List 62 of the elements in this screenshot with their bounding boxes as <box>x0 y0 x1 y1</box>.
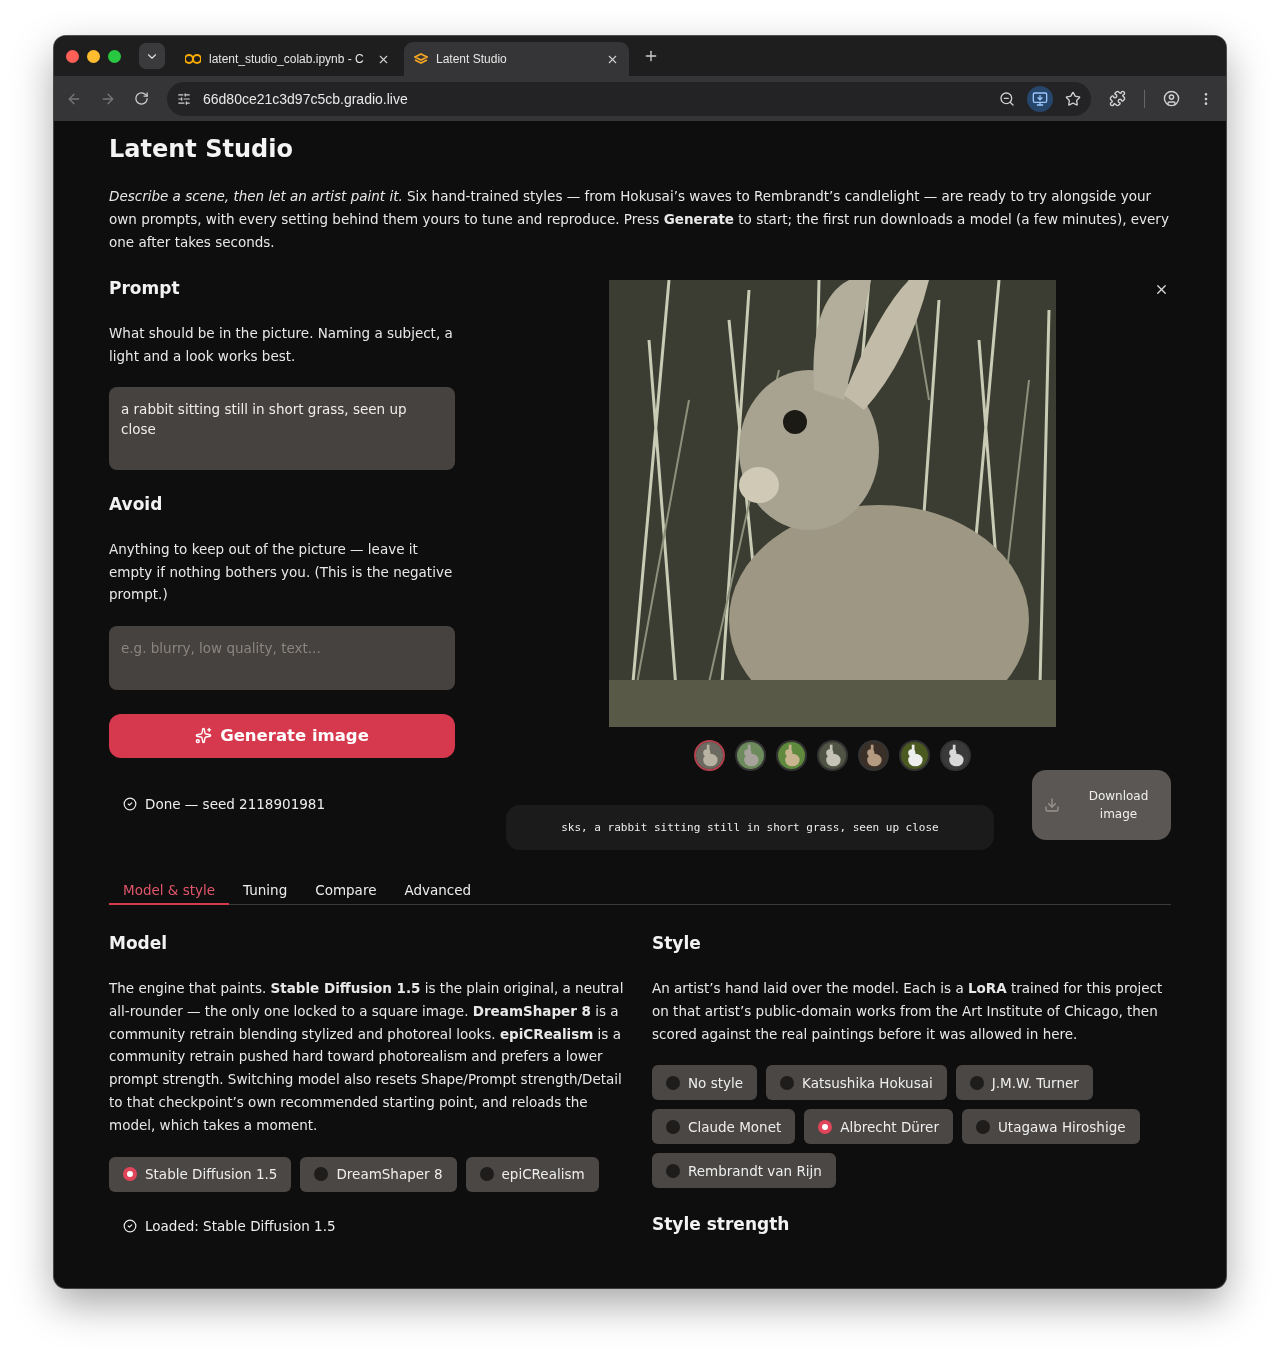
thumbnail-button[interactable] <box>898 740 930 771</box>
section-heading: Prompt <box>109 278 181 298</box>
generate-button[interactable]: Generate image <box>109 713 455 758</box>
site-settings-icon[interactable] <box>177 91 191 106</box>
infinity-icon <box>185 54 201 64</box>
thumbnail-button[interactable] <box>775 740 807 771</box>
install-app-icon[interactable] <box>1027 85 1053 112</box>
download-icon <box>1044 796 1060 813</box>
status-text: Done — seed 2118901981 <box>145 795 325 812</box>
download-button[interactable]: Download image <box>1032 769 1171 840</box>
sparkles-icon <box>195 727 213 744</box>
thumbnail-button[interactable] <box>816 740 848 771</box>
radio-option[interactable]: Albrecht Dürer <box>804 1109 953 1145</box>
radio-option[interactable]: No style <box>652 1065 758 1101</box>
radio-option[interactable]: J.M.W. Turner <box>955 1065 1093 1101</box>
close-window-icon[interactable] <box>66 49 79 63</box>
thumbnail-button[interactable] <box>693 740 725 771</box>
section-heading: Avoid <box>109 494 164 514</box>
radio-option[interactable]: Stable Diffusion 1.5 <box>109 1156 292 1192</box>
radio-option[interactable]: Claude Monet <box>652 1109 796 1145</box>
puzzle-icon[interactable] <box>1109 90 1126 107</box>
tab[interactable]: Model & style <box>109 876 229 905</box>
browser-tab[interactable]: Latent Studio <box>404 42 629 76</box>
radio-option[interactable]: epiCRealism <box>465 1156 599 1192</box>
thumbnail-button[interactable] <box>939 740 971 771</box>
layers-icon <box>414 53 428 65</box>
minimize-window-icon[interactable] <box>87 49 100 63</box>
star-icon[interactable] <box>1065 90 1081 107</box>
hint-text: What should be in the picture. Naming a subject, a light and a look works best. <box>109 324 454 366</box>
status-text: Loaded: Stable Diffusion 1.5 <box>145 1217 336 1234</box>
negative-prompt-field[interactable]: e.g. blurry, low quality, text... <box>109 625 455 690</box>
thumbnail-button[interactable] <box>734 740 766 771</box>
tab[interactable]: Compare <box>301 876 391 905</box>
radio-option[interactable]: Katsushika Hokusai <box>766 1065 947 1101</box>
check-icon <box>123 1218 137 1233</box>
close-icon <box>1154 282 1169 297</box>
thumbnail-button[interactable] <box>857 740 889 771</box>
radio-option[interactable]: Rembrandt van Rijn <box>652 1153 836 1189</box>
prompt-caption: sks, a rabbit sitting still in short grass, seen up close <box>506 805 994 850</box>
check-icon <box>123 796 137 811</box>
new-tab-icon[interactable] <box>643 48 659 64</box>
tab[interactable]: Advanced <box>390 876 486 905</box>
zoom-out-icon[interactable] <box>999 90 1015 107</box>
description-text: The engine that paints. Stable Diffusion 1.5 is the plain original, a neutral all-rounder — the only one locked to a square image. DreamShaper 8 is a community retrain blending stylized and photoreal looks. epiCRealism is a community retrain pushed hard toward photorealism and prefers a lower prompt strength. Switching model also resets Shape/Prompt strength/Detail to that checkpoint’s own recommended starting point, and reloads the model, which takes a moment. <box>109 979 625 1135</box>
prompt-field[interactable]: a rabbit sitting still in short grass, seen up close <box>109 387 455 470</box>
browser-tab[interactable]: latent_studio_colab.ipynb - C <box>175 42 400 76</box>
tab-title: Latent Studio <box>436 52 508 66</box>
tab-title: latent_studio_colab.ipynb - C <box>209 52 365 66</box>
radio-option[interactable]: Utagawa Hiroshige <box>962 1109 1140 1145</box>
section-heading: Model <box>109 933 169 953</box>
description-text: An artist’s hand laid over the model. Each is a LoRA trained for this project on that artist’s public-domain works from the Art Institute of Chicago, then scored against the real paintings before it was allowed in here. <box>652 979 1164 1044</box>
tab-list-button[interactable] <box>139 43 165 69</box>
section-heading: Style strength <box>652 1214 791 1235</box>
section-heading: Style <box>652 933 702 953</box>
hint-text: Anything to keep out of the picture — leave it empty if nothing bothers you. (This is the negative prompt.) <box>109 540 454 604</box>
profile-icon[interactable] <box>1163 90 1180 107</box>
radio-option[interactable]: DreamShaper 8 <box>300 1156 457 1192</box>
tab[interactable]: Tuning <box>229 876 302 905</box>
page-title: Latent Studio <box>109 135 294 163</box>
zoom-window-icon[interactable] <box>108 49 121 63</box>
intro-text: Describe a scene, then let an artist paint it. Six hand-trained styles — from Hokusai’s waves to Rembrandt’s candlelight — are ready to try alongside your own prompts, with every setting behind them yours to tune and reproduce. Press Generate to start; the first run downloads a model (a few minutes), every one after takes seconds. <box>109 187 1170 252</box>
reload-icon[interactable] <box>134 91 149 106</box>
